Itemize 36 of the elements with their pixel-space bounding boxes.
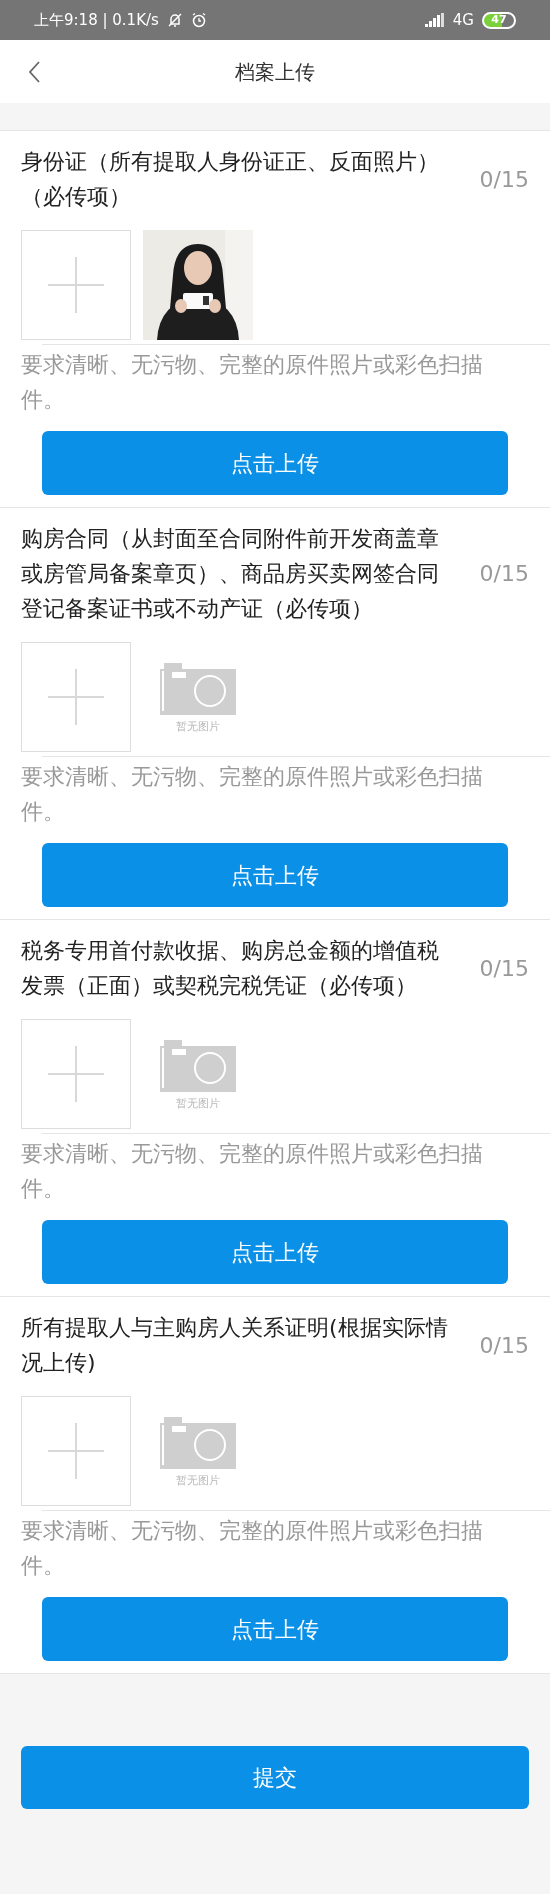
upload-button[interactable]: 点击上传 bbox=[42, 431, 508, 495]
no-image-label: 暂无图片 bbox=[176, 718, 220, 735]
upload-button[interactable]: 点击上传 bbox=[42, 843, 508, 907]
plus-icon bbox=[48, 1423, 104, 1479]
requirement-hint: 要求清晰、无污物、完整的原件照片或彩色扫描件。 bbox=[21, 1517, 484, 1580]
signal-icon bbox=[424, 13, 445, 27]
section-title: 所有提取人与主购房人关系证明(根据实际情况上传) bbox=[21, 1314, 449, 1377]
no-image-label: 暂无图片 bbox=[176, 1472, 220, 1489]
section-title: 税务专用首付款收据、购房总金额的增值税发票（正面）或契税完税凭证（必传项） bbox=[21, 937, 440, 1000]
plus-icon bbox=[48, 669, 104, 725]
page-title: 档案上传 bbox=[235, 58, 315, 86]
add-photo-button[interactable] bbox=[21, 230, 131, 340]
upload-count: 0/15 bbox=[479, 1331, 529, 1360]
submit-button[interactable]: 提交 bbox=[21, 1746, 529, 1809]
plus-icon bbox=[48, 257, 104, 313]
requirement-hint: 要求清晰、无污物、完整的原件照片或彩色扫描件。 bbox=[21, 763, 484, 826]
no-image-label: 暂无图片 bbox=[176, 1095, 220, 1112]
status-time: 上午9:18 | 0.1K/s bbox=[34, 9, 159, 31]
requirement-hint: 要求清晰、无污物、完整的原件照片或彩色扫描件。 bbox=[21, 1140, 484, 1203]
plus-icon bbox=[48, 1046, 104, 1102]
upload-button[interactable]: 点击上传 bbox=[42, 1220, 508, 1284]
section-title: 购房合同（从封面至合同附件前开发商盖章或房管局备案章页）、商品房买卖网签合同登记备案证书或不动产证（必传项） bbox=[21, 525, 440, 623]
section-title: 身份证（所有提取人身份证正、反面照片）（必传项） bbox=[21, 148, 440, 211]
battery-icon: 47 bbox=[482, 11, 516, 29]
upload-count: 0/15 bbox=[479, 954, 529, 983]
alarm-icon bbox=[190, 12, 207, 28]
back-icon bbox=[27, 60, 41, 84]
add-photo-button[interactable] bbox=[21, 1396, 131, 1506]
upload-count: 0/15 bbox=[479, 165, 529, 194]
upload-count: 0/15 bbox=[479, 560, 529, 588]
add-photo-button[interactable] bbox=[21, 1019, 131, 1129]
add-photo-button[interactable] bbox=[21, 642, 131, 752]
upload-button[interactable]: 点击上传 bbox=[42, 1597, 508, 1661]
requirement-hint: 要求清晰、无污物、完整的原件照片或彩色扫描件。 bbox=[21, 351, 484, 414]
bell-off-icon bbox=[166, 12, 183, 28]
network-label: 4G bbox=[452, 9, 474, 31]
